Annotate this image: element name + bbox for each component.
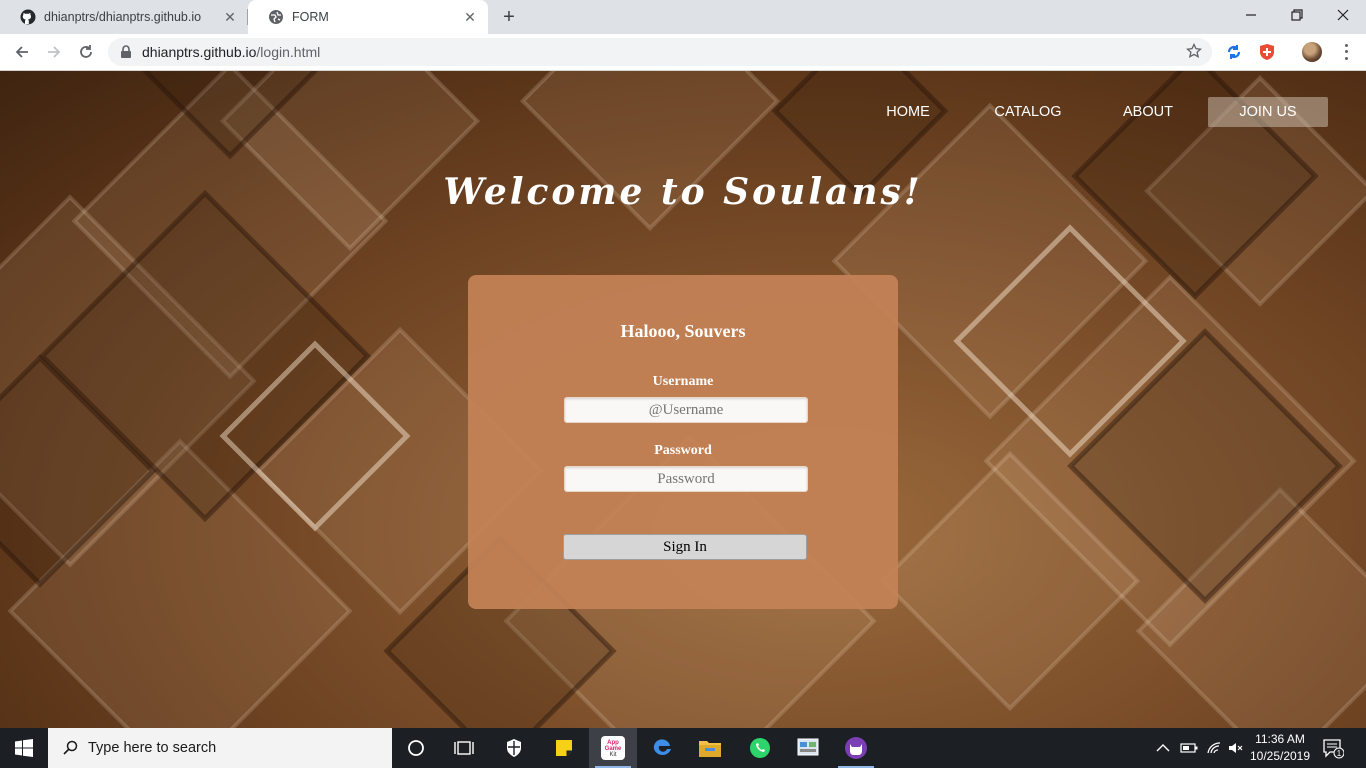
clock-date: 10/25/2019: [1249, 749, 1311, 763]
cat-app-icon[interactable]: [832, 728, 880, 768]
password-field[interactable]: Password: [564, 466, 808, 492]
file-explorer-icon[interactable]: [686, 728, 734, 768]
globe-icon: [268, 9, 284, 25]
close-icon[interactable]: ✕: [222, 9, 238, 25]
windows-logo-icon: [15, 739, 33, 757]
reload-button[interactable]: [74, 40, 98, 64]
svg-text:Kit: Kit: [609, 752, 616, 758]
url-path: /login.html: [256, 44, 321, 60]
restore-button[interactable]: [1274, 0, 1320, 30]
tray-overflow-icon[interactable]: [1156, 728, 1170, 768]
tab-title: FORM: [292, 10, 329, 24]
url-text: dhianptrs.github.io/login.html: [142, 44, 320, 60]
browser-toolbar: dhianptrs.github.io/login.html: [0, 34, 1366, 71]
notification-count: 1: [1337, 749, 1342, 758]
taskbar-clock[interactable]: 11:36 AM 10/25/2019: [1248, 731, 1312, 765]
bookmark-star-icon[interactable]: [1185, 42, 1203, 64]
lock-icon: [120, 45, 132, 64]
avatar[interactable]: [1302, 42, 1322, 62]
sticky-notes-icon[interactable]: [540, 728, 588, 768]
edge-browser-icon[interactable]: [638, 728, 686, 768]
battery-icon[interactable]: [1180, 728, 1198, 768]
tab-strip: dhianptrs/dhianptrs.github.io ✕ FORM ✕ +: [0, 0, 1366, 34]
top-navigation: HOME CATALOG ABOUT JOIN US: [848, 97, 1328, 127]
sign-in-button[interactable]: Sign In: [563, 534, 807, 560]
volume-muted-icon[interactable]: [1228, 728, 1244, 768]
tab-form[interactable]: FORM ✕: [248, 0, 488, 34]
nav-about-link[interactable]: ABOUT: [1088, 97, 1208, 127]
security-shield-icon[interactable]: [490, 728, 538, 768]
nav-catalog-link[interactable]: CATALOG: [968, 97, 1088, 127]
forward-button[interactable]: [42, 40, 66, 64]
login-page: HOME CATALOG ABOUT JOIN US Welcome to So…: [0, 71, 1366, 728]
close-window-button[interactable]: [1320, 0, 1366, 30]
clock-time: 11:36 AM: [1255, 732, 1305, 746]
nav-home-link[interactable]: HOME: [848, 97, 968, 127]
whatsapp-icon[interactable]: [736, 728, 784, 768]
cortana-icon[interactable]: [392, 728, 440, 768]
github-icon: [20, 9, 36, 25]
tab-github[interactable]: dhianptrs/dhianptrs.github.io ✕: [0, 0, 248, 34]
minimize-button[interactable]: [1228, 0, 1274, 30]
login-card: Halooo, Souvers Username @Username Passw…: [468, 275, 898, 609]
search-icon: [62, 740, 78, 756]
close-icon[interactable]: ✕: [462, 9, 478, 25]
windows-taskbar: Type here to search App Game Kit 11:36 A…: [0, 728, 1366, 768]
control-panel-icon[interactable]: [784, 728, 832, 768]
taskbar-search[interactable]: Type here to search: [48, 728, 392, 768]
username-field[interactable]: @Username: [564, 397, 808, 423]
page-title: Welcome to Soulans!: [443, 171, 923, 213]
wifi-icon[interactable]: [1206, 728, 1222, 768]
address-bar[interactable]: dhianptrs.github.io/login.html: [108, 38, 1212, 66]
password-label: Password: [654, 443, 712, 458]
task-view-icon[interactable]: [440, 728, 488, 768]
app-game-kit-icon[interactable]: App Game Kit: [589, 728, 637, 768]
start-button[interactable]: [0, 728, 48, 768]
notification-center-icon[interactable]: 1: [1322, 728, 1344, 768]
username-label: Username: [652, 374, 714, 389]
shield-extension-icon[interactable]: [1257, 42, 1277, 62]
tab-title: dhianptrs/dhianptrs.github.io: [44, 10, 202, 24]
new-tab-button[interactable]: +: [498, 6, 520, 28]
login-greeting: Halooo, Souvers: [620, 321, 746, 341]
search-placeholder: Type here to search: [88, 740, 217, 756]
browser-menu-icon[interactable]: [1338, 42, 1354, 62]
url-domain: dhianptrs.github.io: [142, 44, 257, 60]
back-button[interactable]: [10, 40, 34, 64]
nav-join-us-link[interactable]: JOIN US: [1208, 97, 1328, 127]
sync-extension-icon[interactable]: [1224, 42, 1244, 62]
